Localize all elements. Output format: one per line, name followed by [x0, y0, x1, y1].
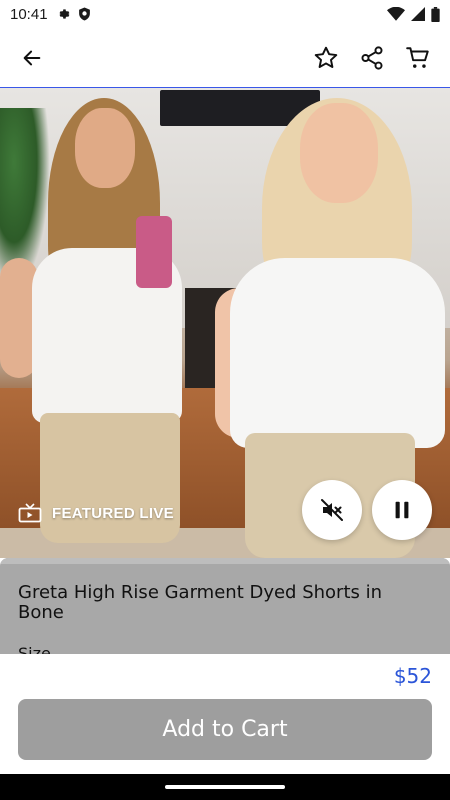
share-button[interactable] [354, 40, 390, 76]
model-right-shirt [230, 258, 445, 448]
star-icon [314, 46, 338, 68]
pause-button[interactable] [372, 480, 432, 540]
model-right-face [300, 103, 378, 203]
shield-icon [78, 7, 91, 21]
model-left-shorts [40, 413, 180, 543]
favorite-button[interactable] [308, 40, 344, 76]
product-price: $52 [393, 664, 432, 688]
top-app-bar [0, 28, 450, 87]
featured-live-label: FEATURED LIVE [52, 504, 174, 522]
size-label: Size [18, 644, 51, 654]
product-title: Greta High Rise Garment Dyed Shorts in B… [18, 582, 383, 623]
status-bar: 10:41 [0, 0, 450, 28]
sheet-top-edge [0, 558, 450, 564]
gear-icon [56, 7, 70, 21]
wifi-icon [387, 7, 405, 21]
back-button[interactable] [14, 40, 50, 76]
share-icon [361, 45, 383, 70]
add-to-cart-button[interactable]: Add to Cart [18, 699, 432, 760]
signal-icon [411, 7, 425, 21]
status-time: 10:41 [10, 5, 48, 23]
purchase-panel: $52 Add to Cart [0, 654, 450, 774]
mute-button[interactable] [302, 480, 362, 540]
home-gesture-handle[interactable] [165, 785, 285, 789]
featured-live-badge: FEATURED LIVE [18, 503, 174, 523]
arrow-left-icon [23, 50, 41, 65]
model-left-phone [136, 216, 172, 288]
model-left-face [75, 108, 135, 188]
tv-icon [18, 503, 42, 523]
pause-icon [395, 501, 409, 519]
product-sheet: Greta High Rise Garment Dyed Shorts in B… [0, 558, 450, 654]
cart-icon [406, 46, 429, 68]
battery-icon [431, 6, 440, 22]
volume-off-icon [321, 499, 343, 521]
system-navigation-bar [0, 774, 450, 800]
cart-button[interactable] [400, 40, 436, 76]
